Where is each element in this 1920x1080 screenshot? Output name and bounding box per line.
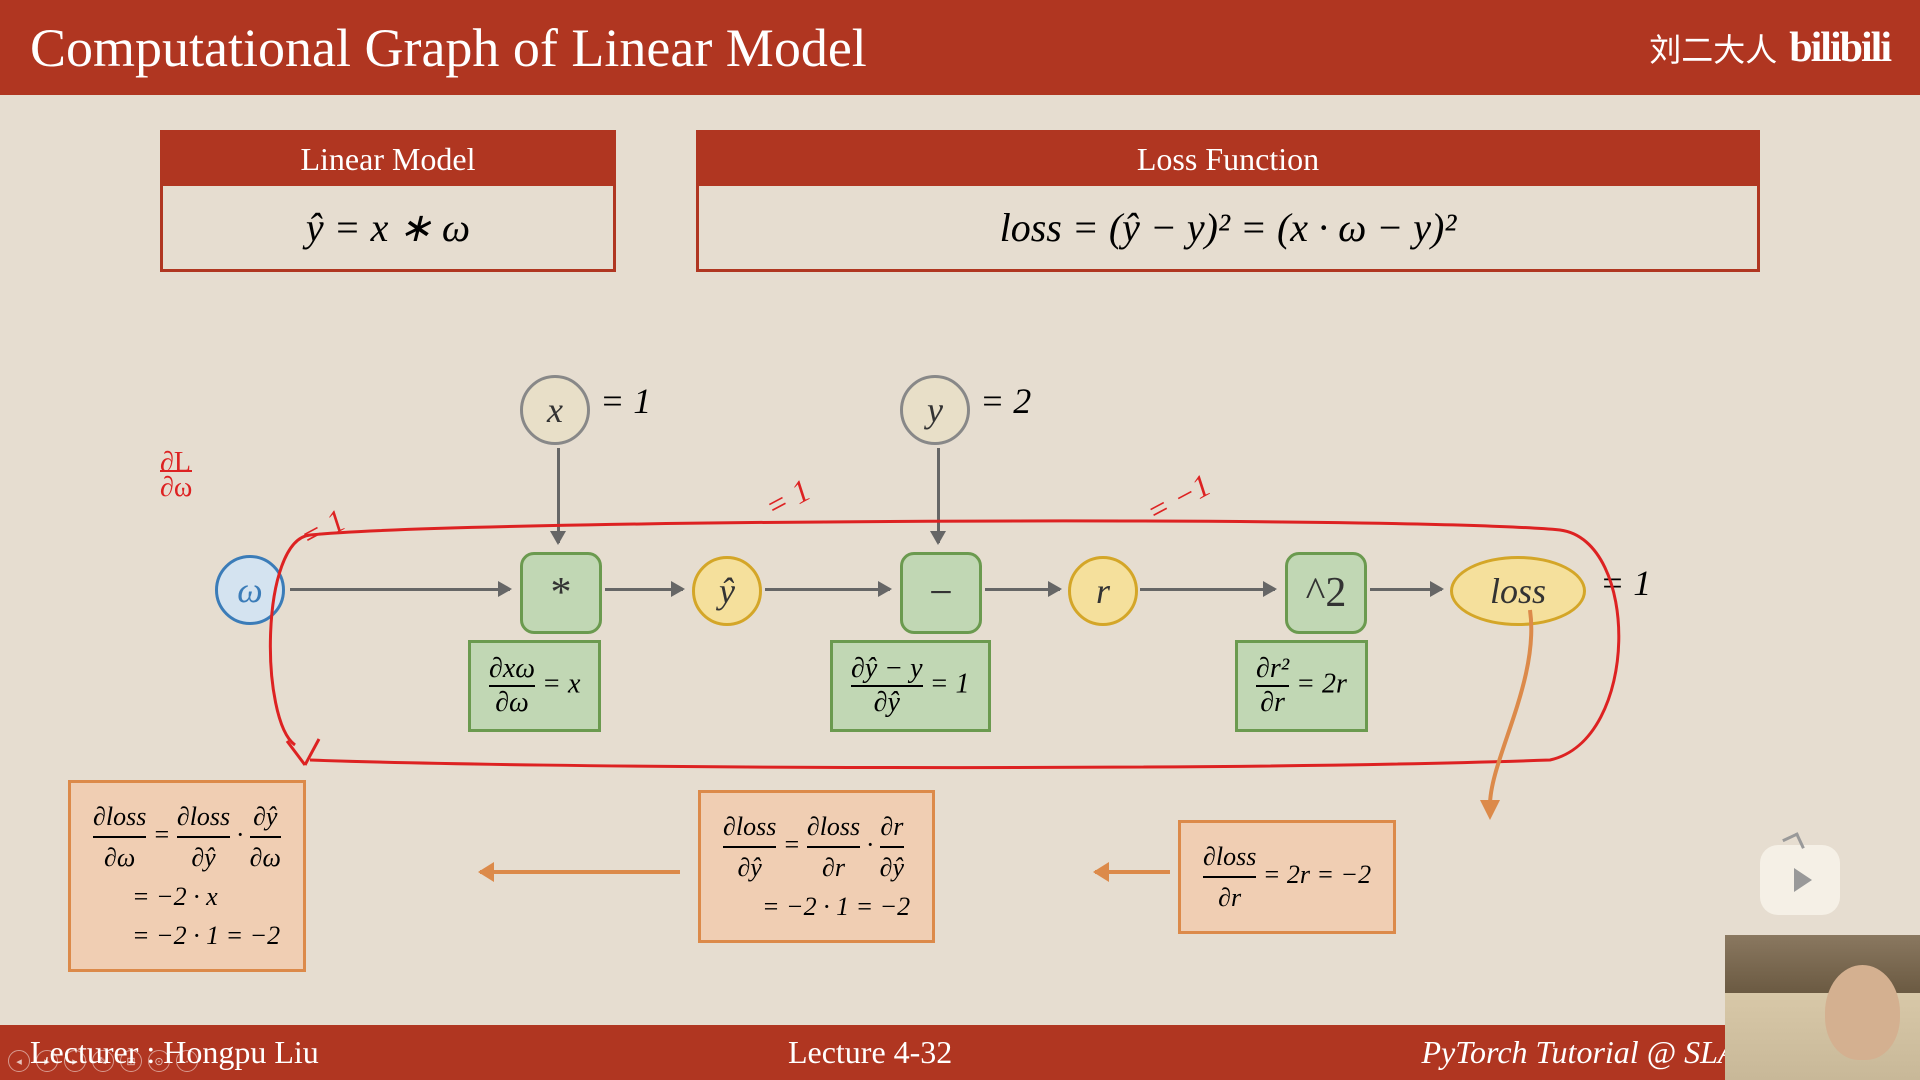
calc-loss-r: ∂loss∂r = 2r = −2 — [1178, 820, 1396, 934]
deriv-sub: ∂ŷ − y∂ŷ = 1 — [830, 640, 991, 732]
arrow-mul-yhat — [605, 588, 683, 591]
page-title: Computational Graph of Linear Model — [30, 17, 867, 79]
author-name: 刘二大人 — [1649, 25, 1777, 71]
node-r: r — [1068, 556, 1138, 626]
arrow-x-mul — [557, 448, 560, 543]
loss-function-box: Loss Function loss = (ŷ − y)² = (x · ω −… — [696, 130, 1760, 272]
linear-formula: ŷ = x ∗ ω — [163, 186, 613, 269]
node-y: y — [900, 375, 970, 445]
grid-button[interactable]: ⊞ — [120, 1050, 142, 1072]
node-yhat: ŷ — [692, 556, 762, 626]
red-dL-dw-annotation: ∂L∂ω — [160, 450, 192, 500]
zoom-button[interactable]: ⊙ — [148, 1050, 170, 1072]
linear-model-box: Linear Model ŷ = x ∗ ω — [160, 130, 616, 272]
orange-arrow-2-1 — [480, 870, 680, 874]
deriv-mul: ∂xω∂ω = x — [468, 640, 601, 732]
author-badge: 刘二大人 bilibili — [1649, 24, 1890, 72]
x-value: = 1 — [600, 380, 651, 422]
equations-row: Linear Model ŷ = x ∗ ω Loss Function los… — [160, 130, 1760, 272]
arrow-r-sq — [1140, 588, 1275, 591]
node-x: x — [520, 375, 590, 445]
computational-graph: ∂L∂ω = 1 = 1 = −1 x = 1 y = 2 ω * − ^2 ŷ… — [0, 340, 1920, 790]
red-yhat-value: = 1 — [759, 471, 817, 525]
loss-header: Loss Function — [699, 133, 1757, 186]
linear-header: Linear Model — [163, 133, 613, 186]
prev-button[interactable]: ◂ — [8, 1050, 30, 1072]
node-omega: ω — [215, 555, 285, 625]
webcam-overlay — [1725, 935, 1920, 1080]
arrow-sub-r — [985, 588, 1060, 591]
node-loss: loss — [1450, 556, 1586, 626]
player-controls: ◂ ▸ ▸ ✎ ⊞ ⊙ ⋯ — [8, 1050, 198, 1072]
y-value: = 2 — [980, 380, 1031, 422]
header: Computational Graph of Linear Model 刘二大人… — [0, 0, 1920, 95]
arrow-sq-loss — [1370, 588, 1442, 591]
bilibili-play-icon[interactable] — [1760, 845, 1840, 915]
pen-button[interactable]: ✎ — [92, 1050, 114, 1072]
next-button[interactable]: ▸ — [64, 1050, 86, 1072]
op-square: ^2 — [1285, 552, 1367, 634]
arrow-omega-mul — [290, 588, 510, 591]
loss-formula: loss = (ŷ − y)² = (x · ω − y)² — [699, 186, 1757, 269]
op-multiply: * — [520, 552, 602, 634]
bilibili-logo-icon: bilibili — [1789, 24, 1890, 72]
play-button[interactable]: ▸ — [36, 1050, 58, 1072]
arrow-yhat-sub — [765, 588, 890, 591]
footer: Lecturer : Hongpu Liu Lecture 4-32 PyTor… — [0, 1025, 1920, 1080]
arrow-y-sub — [937, 448, 940, 543]
deriv-sq: ∂r²∂r = 2r — [1235, 640, 1368, 732]
red-r-value: = −1 — [1140, 466, 1217, 530]
orange-arrow-3-2 — [1095, 870, 1170, 874]
loss-value: = 1 — [1600, 562, 1651, 604]
calc-loss-yhat: ∂loss∂ŷ = ∂loss∂r · ∂r∂ŷ = −2 · 1 = −2 — [698, 790, 935, 943]
footer-lecture: Lecture 4-32 — [788, 1034, 952, 1071]
red-omega-value: = 1 — [294, 501, 352, 555]
more-button[interactable]: ⋯ — [176, 1050, 198, 1072]
op-subtract: − — [900, 552, 982, 634]
calc-loss-omega: ∂loss∂ω = ∂loss∂ŷ · ∂ŷ∂ω = −2 · x = −2 ·… — [68, 780, 306, 972]
